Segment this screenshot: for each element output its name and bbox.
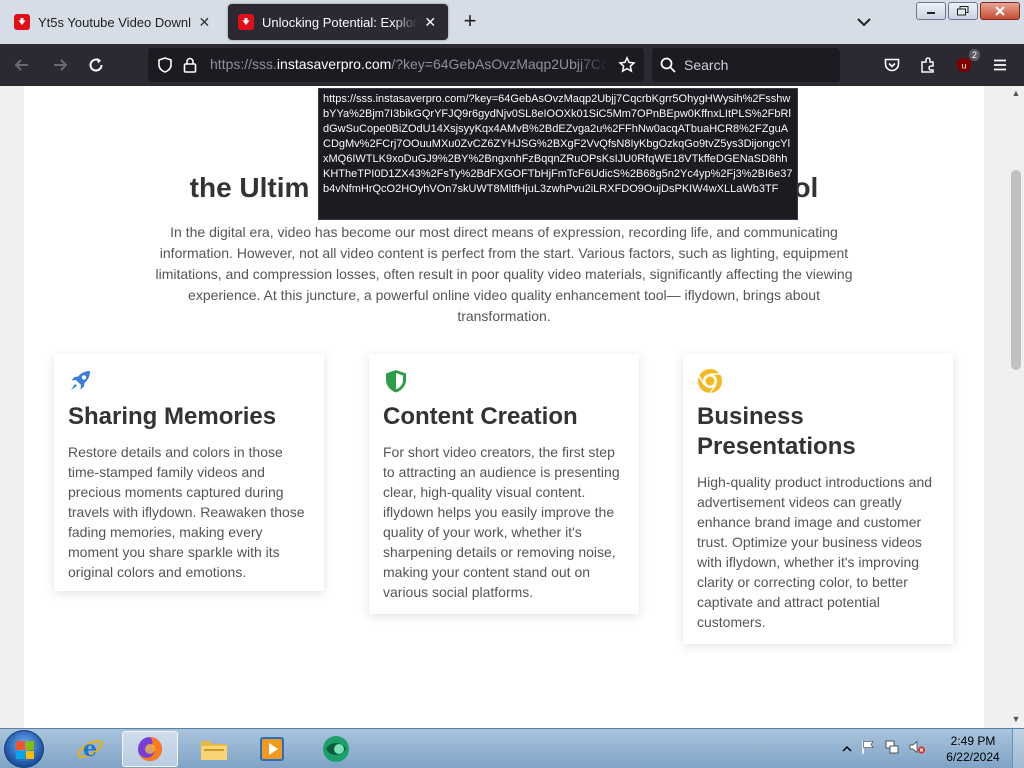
scroll-up-arrow-icon[interactable]: ▲ <box>1010 88 1022 100</box>
tab-unlocking-potential[interactable]: Unlocking Potential: Exploring ✕ <box>228 4 448 40</box>
tab-strip: Yt5s Youtube Video Downloade ✕ Unlocking… <box>0 0 1024 44</box>
file-explorer-folder-icon[interactable] <box>186 731 242 767</box>
card-text: Restore details and colors in those time… <box>68 444 305 580</box>
feature-card-sharing-memories: Sharing Memories Restore details and col… <box>54 354 324 591</box>
tab-title: Yt5s Youtube Video Downloade <box>38 14 191 30</box>
download-favicon-icon <box>238 14 254 30</box>
extension-badge: 2 <box>968 49 980 61</box>
url-host: instasaverpro.com <box>276 56 392 72</box>
windows-taskbar: e 2:49 PM 6/22/2024 <box>0 728 1024 768</box>
start-button[interactable] <box>4 730 44 768</box>
chrome-icon <box>697 368 939 394</box>
card-text: For short video creators, the first step… <box>383 444 620 600</box>
card-text: High-quality product introductions and a… <box>697 474 933 630</box>
app-globe-icon[interactable] <box>308 731 364 767</box>
volume-muted-icon[interactable] <box>908 739 926 760</box>
search-icon <box>660 57 676 78</box>
pocket-icon[interactable] <box>880 53 904 77</box>
show-hidden-icons-chevron-up-icon[interactable] <box>842 741 852 759</box>
tracking-protection-shield-icon[interactable] <box>156 56 174 79</box>
new-tab-button[interactable]: + <box>458 10 482 34</box>
intro-paragraph: In the digital era, video has become our… <box>155 224 853 324</box>
close-window-button[interactable] <box>980 2 1020 20</box>
headline-left: the Ultim <box>189 172 310 203</box>
clock-date: 6/22/2024 <box>946 750 1000 764</box>
url-tooltip: https://sss.instasaverpro.com/?key=64Geb… <box>318 88 798 220</box>
windows-logo-icon <box>16 741 34 759</box>
tab-title: Unlocking Potential: Exploring <box>262 14 417 30</box>
scroll-down-arrow-icon[interactable]: ▼ <box>1010 714 1022 726</box>
back-arrow-icon[interactable] <box>10 53 34 77</box>
scrollbar-thumb[interactable] <box>1011 170 1021 370</box>
lock-icon[interactable] <box>182 56 198 79</box>
reload-icon[interactable] <box>84 53 108 77</box>
list-all-tabs-chevron-down-icon[interactable] <box>854 12 874 32</box>
bookmark-star-icon[interactable] <box>618 55 636 79</box>
url-prefix: https://sss. <box>210 56 277 72</box>
url-path: /?key=64GebAsOvzMaqp2Ubjj7Cqc <box>391 56 608 72</box>
forward-arrow-icon[interactable] <box>48 53 72 77</box>
tab-close-icon[interactable]: ✕ <box>423 14 438 31</box>
card-title: Business Presentations <box>697 403 856 460</box>
navigation-toolbar: https://sss.instasaverpro.com/?key=64Geb… <box>0 44 1024 86</box>
clock-time: 2:49 PM <box>950 734 996 748</box>
show-desktop-button[interactable] <box>1012 729 1024 768</box>
network-icon[interactable] <box>884 739 900 760</box>
address-bar[interactable]: https://sss.instasaverpro.com/?key=64Geb… <box>148 48 644 82</box>
minimize-button[interactable] <box>916 2 946 20</box>
restore-button[interactable] <box>948 2 978 20</box>
hamburger-menu-icon[interactable] <box>988 53 1012 77</box>
window-controls <box>916 2 1020 20</box>
search-placeholder: Search <box>684 57 729 73</box>
youtube-downloader-favicon-icon <box>14 14 30 30</box>
internet-explorer-icon[interactable]: e <box>62 731 118 767</box>
shield-icon <box>383 368 625 394</box>
feature-card-business-presentations: Business Presentations High-quality prod… <box>683 354 953 644</box>
taskbar-clock[interactable]: 2:49 PM 6/22/2024 <box>942 733 1004 765</box>
url-text[interactable]: https://sss.instasaverpro.com/?key=64Geb… <box>210 56 608 72</box>
svg-text:u: u <box>961 62 966 71</box>
media-player-icon[interactable] <box>244 731 300 767</box>
card-title: Sharing Memories <box>68 403 277 430</box>
action-center-flag-icon[interactable] <box>860 739 876 760</box>
system-tray <box>842 739 926 760</box>
firefox-icon[interactable] <box>122 731 178 767</box>
tab-close-icon[interactable]: ✕ <box>197 14 212 31</box>
page-scrollbar[interactable]: ▲ ▼ <box>1008 86 1024 728</box>
svg-text:e: e <box>83 736 97 762</box>
rocket-icon <box>68 368 310 394</box>
feature-card-content-creation: Content Creation For short video creator… <box>369 354 639 614</box>
card-title: Content Creation <box>383 403 578 430</box>
ublock-origin-icon[interactable]: u 2 <box>952 49 980 77</box>
tab-yt5s[interactable]: Yt5s Youtube Video Downloade ✕ <box>4 4 222 40</box>
search-bar[interactable]: Search <box>652 48 840 82</box>
extensions-puzzle-icon[interactable] <box>916 53 940 77</box>
